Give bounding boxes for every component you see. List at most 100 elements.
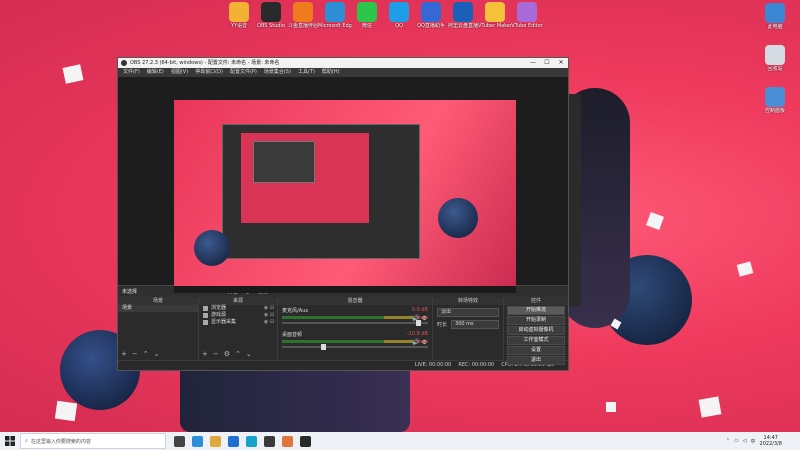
windows-start-button[interactable] [0,432,20,450]
ime-indicator[interactable]: 中 [751,438,756,445]
close-button[interactable]: ✕ [554,58,568,68]
network-icon[interactable]: ▭ [734,438,739,444]
volume-fader[interactable] [282,344,428,350]
taskbar-clock[interactable]: 14:47 2022/3/8 [760,435,782,447]
system-tray: ⌃ ▭ ◁ 中 14:47 2022/3/8 [726,435,800,447]
desktop-app-icon[interactable]: 阿里云盘直播 [446,2,480,29]
taskbar-app-icon[interactable] [174,435,185,447]
taskbar-app-icon[interactable] [264,435,275,447]
gear-icon[interactable]: ⚙ [422,339,427,346]
source-settings-icon[interactable]: ⚙ [224,350,230,358]
tray-overflow-icon[interactable]: ⌃ [726,438,730,444]
desktop-app-icon[interactable]: 回收站 [758,45,792,72]
add-source-icon[interactable]: + [202,350,208,358]
duration-input[interactable]: 300 ms [451,320,499,329]
desktop-icon-label: 斗鱼直播伴侣 [287,23,318,29]
move-down-icon[interactable]: ⌄ [246,350,252,358]
menu-file[interactable]: 文件(F) [123,68,140,77]
app-icon [765,87,785,107]
mixer-channel: 麦克风/Aux 0.0 dB 🔊 ⚙ [278,305,432,329]
taskbar-app-icon[interactable] [300,435,311,447]
game-source-icon [203,313,208,318]
volume-fader[interactable] [282,320,428,326]
source-item[interactable]: 浏览器 ◉ ⊟ [199,305,277,312]
gear-icon[interactable]: ⚙ [422,315,427,322]
menu-help[interactable]: 帮助(H) [322,68,340,77]
taskbar-pinned-apps [174,435,311,447]
desktop-app-icon[interactable]: QQ [382,2,416,29]
taskbar-app-icon[interactable] [192,435,203,447]
mixer-controls: 🔊 ⚙ [412,315,427,322]
desktop-app-icon[interactable]: Microsoft Edge [318,2,352,29]
transition-type-row: 淡出 [433,305,503,317]
desktop-app-icon[interactable]: 斗鱼直播伴侣 [286,2,320,29]
scenes-dock-footer: + − ⌃ ⌄ [121,350,160,358]
desktop-icon-label: 控制面板 [764,108,785,114]
mixer-dock-title: 混音器 [278,297,432,305]
taskbar-app-icon[interactable] [246,435,257,447]
taskbar-app-icon[interactable] [210,435,221,447]
desktop-app-icon[interactable]: 微信 [350,2,384,29]
menu-profile[interactable]: 配置文件(P) [230,68,257,77]
eye-icon[interactable]: ◉ ⊟ [264,305,274,312]
settings-button[interactable]: 设置 [507,346,565,355]
source-item[interactable]: 游戏源 ◉ ⊟ [199,312,277,319]
mixer-channel: 桌面音频 -10.8 dB 🔊 ⚙ [278,329,432,353]
desktop-app-icon[interactable]: VTuber Maker [478,2,512,29]
app-icon [389,2,409,22]
desktop-app-icon[interactable]: 此电脑 [758,3,792,30]
virtual-camera-button[interactable]: 启动虚拟摄像机 [507,326,565,335]
exit-button[interactable]: 退出 [507,356,565,365]
move-up-icon[interactable]: ⌃ [235,350,241,358]
studio-mode-button[interactable]: 工作室模式 [507,336,565,345]
windows-logo-icon [5,436,15,446]
move-up-icon[interactable]: ⌃ [143,350,149,358]
taskbar-app-icon[interactable] [228,435,239,447]
wallpaper-paper-square [698,396,722,418]
menu-scene-collection[interactable]: 场景集合(S) [264,68,291,77]
source-item-label: 游戏源 [211,312,227,318]
channel-name: 桌面音频 [282,332,303,338]
wallpaper-paper-square [736,261,754,277]
start-recording-button[interactable]: 开始录制 [507,316,565,325]
fader-knob[interactable] [320,344,326,350]
desktop-app-icon[interactable]: YY语音 [222,2,256,29]
maximize-button[interactable]: ☐ [540,58,554,68]
desktop-app-icon[interactable]: OBS Studio [254,2,288,29]
minimize-button[interactable]: — [526,58,540,68]
desktop-icon-label: QQ [395,23,403,29]
volume-icon[interactable]: ◁ [743,438,747,444]
menu-view[interactable]: 视图(V) [171,68,188,77]
obs-titlebar[interactable]: OBS 27.2.3 (64-bit, windows) - 配置文件: 未命名… [118,58,568,68]
add-scene-icon[interactable]: + [121,350,127,358]
transition-select[interactable]: 淡出 [437,308,499,317]
transition-duration-row: 时长 300 ms [433,317,503,329]
preview-area[interactable] [118,77,568,293]
taskbar-app-icon[interactable] [282,435,293,447]
speaker-icon[interactable]: 🔊 [412,339,419,346]
eye-icon[interactable]: ◉ ⊟ [264,319,274,326]
taskbar-search[interactable]: ⌕ 在这里输入你要搜索的内容 [20,433,166,449]
desktop-icon-label: 微信 [361,23,372,29]
preview-sphere [438,198,478,238]
menu-edit[interactable]: 编辑(E) [147,68,164,77]
desktop-icon-label: 此电脑 [767,24,783,30]
channel-db: 0.0 dB [411,307,428,313]
remove-source-icon[interactable]: − [213,350,219,358]
source-item[interactable]: 显示器采集 ◉ ⊟ [199,319,277,326]
move-down-icon[interactable]: ⌄ [154,350,160,358]
start-streaming-button[interactable]: 开始推流 [507,306,565,315]
desktop-app-icon[interactable]: VTube Editor [510,2,544,29]
menu-docks[interactable]: 停靠窗口(D) [195,68,223,77]
scenes-dock: 场景 场景 + − ⌃ ⌄ [118,297,199,360]
rec-status: REC: 00:00:00 [458,362,495,368]
speaker-icon[interactable]: 🔊 [412,315,419,322]
desktop-app-icon[interactable]: QQ直播助手 [414,2,448,29]
app-icon [293,2,313,22]
menu-tools[interactable]: 工具(T) [298,68,315,77]
eye-icon[interactable]: ◉ ⊟ [264,312,274,319]
desktop-app-icon[interactable]: 控制面板 [758,87,792,114]
obs-logo-icon [121,60,127,66]
remove-scene-icon[interactable]: − [132,350,138,358]
scene-item[interactable]: 场景 [118,305,198,312]
